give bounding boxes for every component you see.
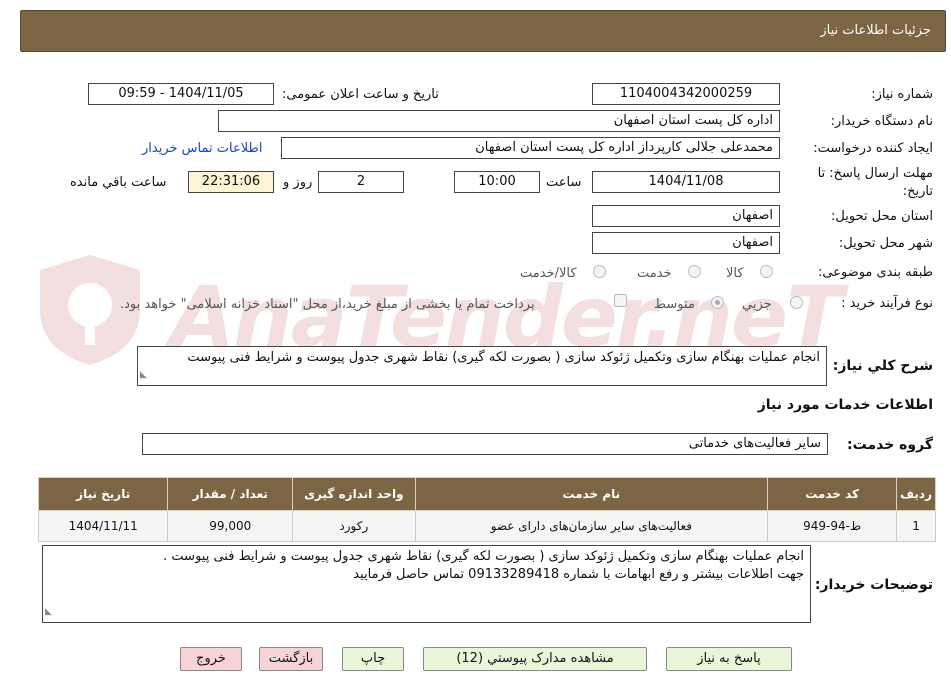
col-need-date: تاریخ نیاز bbox=[37, 477, 169, 511]
deadline-time-label: ساعت bbox=[546, 175, 582, 190]
deadline-label-date: تاریخ: bbox=[902, 184, 933, 199]
deadline-date-field[interactable]: 1404/11/08 bbox=[592, 171, 780, 193]
buyer-notes-line-1: انجام عملیات بهنگام سازی وتکمیل ژئوکد سا… bbox=[163, 549, 804, 564]
creator-label: ایجاد کننده درخواست: bbox=[813, 141, 933, 156]
process-option-minor: جزيي bbox=[742, 297, 772, 312]
col-unit: واحد اندازه گیری bbox=[292, 477, 416, 511]
exit-button[interactable]: خروج bbox=[180, 647, 242, 671]
province-label: استان محل تحویل: bbox=[831, 209, 933, 224]
remaining-label: ساعت باقي مانده bbox=[70, 175, 167, 190]
back-button[interactable]: بازگشت bbox=[259, 647, 323, 671]
buyer-notes-line-2: جهت اطلاعات بیشتر و رفع ابهامات با شماره… bbox=[353, 567, 804, 582]
cell-need-date: 1404/11/11 bbox=[37, 510, 169, 542]
process-label: نوع فرآیند خرید : bbox=[841, 296, 933, 311]
city-field[interactable]: اصفهان bbox=[592, 232, 780, 254]
days-label: روز و bbox=[283, 175, 313, 190]
announce-field[interactable]: 1404/11/05 - 09:59 bbox=[88, 83, 274, 105]
days-field[interactable]: 2 bbox=[318, 171, 404, 193]
summary-text: انجام عملیات بهنگام سازی وتکمیل ژئوکد سا… bbox=[187, 350, 820, 365]
col-service-code: کد خدمت bbox=[767, 477, 898, 511]
col-quantity: تعداد / مقدار bbox=[167, 477, 294, 511]
deadline-label: مهلت ارسال پاسخ: تا bbox=[817, 166, 933, 181]
remaining-time-field: 22:31:06 bbox=[188, 171, 274, 193]
print-button[interactable]: چاپ bbox=[342, 647, 404, 671]
cell-row: 1 bbox=[896, 510, 936, 542]
creator-field[interactable]: محمدعلی جلالی کارپرداز اداره کل پست استا… bbox=[281, 137, 780, 159]
service-group-label: گروه خدمت: bbox=[847, 437, 933, 453]
services-heading: اطلاعات خدمات مورد نیاز bbox=[757, 397, 933, 413]
col-service-name: نام خدمت bbox=[414, 477, 769, 511]
table-header-row: ردیف کد خدمت نام خدمت واحد اندازه گیری ت… bbox=[37, 477, 936, 511]
view-documents-button[interactable]: مشاهده مدارک پیوستي (12) bbox=[423, 647, 647, 671]
reply-button[interactable]: پاسخ به نیاز bbox=[666, 647, 792, 671]
category-option-goods: کالا bbox=[726, 266, 744, 281]
category-radio-goods-service[interactable] bbox=[593, 265, 606, 278]
category-label: طبقه بندی موضوعی: bbox=[817, 265, 933, 280]
treasury-bonds-checkbox[interactable] bbox=[614, 294, 627, 307]
province-field[interactable]: اصفهان bbox=[592, 205, 780, 227]
city-label: شهر محل تحویل: bbox=[838, 236, 933, 251]
buyer-notes-textarea[interactable]: انجام عملیات بهنگام سازی وتکمیل ژئوکد سا… bbox=[42, 545, 811, 623]
buyer-org-field[interactable]: اداره کل پست استان اصفهان bbox=[218, 110, 780, 132]
table-row[interactable]: 1 ط-94-949 فعالیت‌های سایر سازمان‌های دا… bbox=[37, 510, 936, 542]
process-radio-medium[interactable] bbox=[711, 296, 724, 309]
category-radio-goods[interactable] bbox=[760, 265, 773, 278]
category-option-service: خدمت bbox=[637, 266, 672, 281]
service-group-field[interactable]: سایر فعالیت‌های خدماتی bbox=[142, 433, 828, 455]
deadline-time-field[interactable]: 10:00 bbox=[454, 171, 540, 193]
announce-label: تاریخ و ساعت اعلان عمومی: bbox=[282, 87, 439, 102]
buyer-org-label: نام دستگاه خریدار: bbox=[830, 114, 933, 129]
resize-grip-icon[interactable]: ◢ bbox=[45, 603, 52, 621]
cell-service-code: ط-94-949 bbox=[767, 510, 898, 542]
buyer-notes-label: توضیحات خریدار: bbox=[814, 577, 933, 593]
need-number-label: شماره نیاز: bbox=[871, 87, 933, 102]
need-number-field[interactable]: 1104004342000259 bbox=[592, 83, 780, 105]
page-title: جزئیات اطلاعات نیاز bbox=[820, 23, 931, 38]
contact-buyer-link[interactable]: اطلاعات تماس خریدار bbox=[142, 141, 262, 156]
resize-grip-icon[interactable]: ◢ bbox=[140, 366, 147, 384]
cell-unit: رکورد bbox=[292, 510, 416, 542]
payment-note: پرداخت تمام یا بخشی از مبلغ خرید،از محل … bbox=[120, 297, 535, 312]
col-row: ردیف bbox=[896, 477, 936, 511]
category-radio-service[interactable] bbox=[688, 265, 701, 278]
category-option-goods-service: کالا/خدمت bbox=[520, 266, 577, 281]
cell-quantity: 99,000 bbox=[167, 510, 294, 542]
services-table: ردیف کد خدمت نام خدمت واحد اندازه گیری ت… bbox=[37, 477, 936, 542]
page-header: جزئیات اطلاعات نیاز bbox=[20, 10, 946, 52]
process-radio-minor[interactable] bbox=[790, 296, 803, 309]
summary-textarea[interactable]: انجام عملیات بهنگام سازی وتکمیل ژئوکد سا… bbox=[137, 346, 827, 386]
summary-label: شرح کلي نياز: bbox=[832, 358, 933, 374]
cell-service-name: فعالیت‌های سایر سازمان‌های دارای عضو bbox=[414, 510, 769, 542]
process-option-medium: متوسط bbox=[654, 297, 695, 312]
